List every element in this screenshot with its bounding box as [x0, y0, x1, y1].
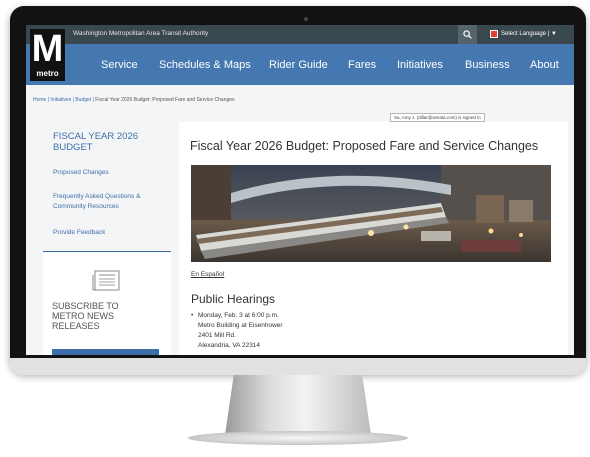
logo-letter: M — [31, 28, 64, 70]
search-icon — [463, 30, 472, 39]
breadcrumb-budget[interactable]: Budget — [75, 97, 91, 103]
hero-image-elevated-train — [191, 165, 551, 262]
nav-item-service[interactable]: Service — [101, 45, 138, 86]
newspaper-icon — [92, 270, 120, 291]
nav-item-business[interactable]: Business — [465, 45, 510, 86]
main-content: Fiscal Year 2026 Budget: Proposed Fare a… — [179, 122, 568, 355]
browser-screen: Washington Metropolitan Area Transit Aut… — [26, 25, 574, 355]
utility-bar: Washington Metropolitan Area Transit Aut… — [26, 25, 574, 44]
sidebar-link-provide-feedback[interactable]: Provide Feedback — [53, 228, 105, 237]
breadcrumb: Home | Initiatives | Budget | Fiscal Yea… — [33, 97, 235, 103]
breadcrumb-initiatives[interactable]: Initiatives — [50, 97, 71, 103]
search-button[interactable] — [458, 25, 477, 44]
sidebar-title: FISCAL YEAR 2026 BUDGET — [53, 131, 139, 153]
page-title: Fiscal Year 2026 Budget: Proposed Fare a… — [190, 139, 539, 153]
nav-item-schedules-maps[interactable]: Schedules & Maps — [159, 45, 251, 86]
language-selector[interactable]: Select Language | ▼ — [490, 30, 557, 38]
subscribe-box: SUBSCRIBE TO METRO NEWS RELEASES — [43, 253, 171, 355]
metro-logo[interactable]: M metro — [30, 29, 65, 81]
sidebar-divider — [43, 251, 171, 252]
language-label: Select Language | ▼ — [501, 31, 557, 37]
logo-word: metro — [36, 69, 59, 78]
monitor-chin — [10, 358, 586, 375]
public-hearings-heading: Public Hearings — [191, 292, 276, 306]
sidebar: FISCAL YEAR 2026 BUDGET Proposed Changes… — [43, 122, 171, 355]
nav-item-initiatives[interactable]: Initiatives — [397, 45, 443, 86]
org-name: Washington Metropolitan Area Transit Aut… — [73, 30, 209, 37]
breadcrumb-current: Fiscal Year 2026 Budget: Proposed Fare a… — [95, 97, 235, 103]
sidebar-link-community-resources[interactable]: Community Resources — [53, 202, 119, 211]
breadcrumb-home[interactable]: Home — [33, 97, 46, 103]
google-translate-icon — [490, 30, 498, 38]
sidebar-link-faq[interactable]: Frequently Asked Questions & — [53, 192, 140, 201]
nav-item-fares[interactable]: Fares — [348, 45, 376, 86]
subscribe-button[interactable] — [52, 349, 159, 355]
nav-item-rider-guide[interactable]: Rider Guide — [269, 45, 328, 86]
monitor-stand-neck — [225, 375, 371, 435]
signed-in-badge: Sa, Amy J. (dillar@wmata.com) is signed … — [390, 113, 485, 122]
sidebar-link-proposed-changes[interactable]: Proposed Changes — [53, 168, 109, 177]
espanol-link[interactable]: En Español — [191, 271, 224, 278]
subscribe-heading: SUBSCRIBE TO METRO NEWS RELEASES — [52, 301, 119, 331]
monitor-stand-base — [188, 431, 408, 445]
nav-item-about[interactable]: About — [530, 45, 559, 86]
webcam-dot — [304, 17, 308, 21]
